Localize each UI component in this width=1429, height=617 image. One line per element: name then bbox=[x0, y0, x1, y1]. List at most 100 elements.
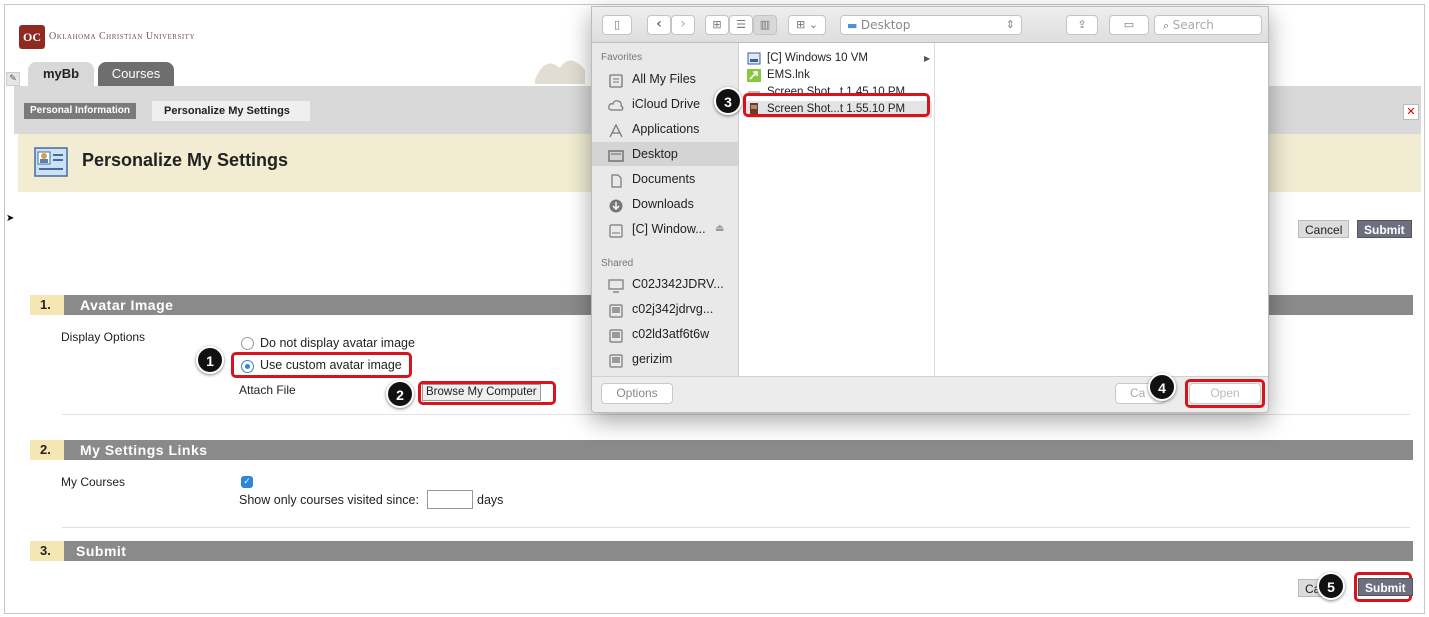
divider bbox=[62, 414, 1410, 415]
radio-custom-avatar-label: Use custom avatar image bbox=[260, 358, 402, 372]
tag-icon[interactable]: ▭ bbox=[1109, 15, 1149, 35]
submit-button-bottom[interactable]: Submit bbox=[1358, 578, 1413, 596]
university-name: Oklahoma Christian University bbox=[49, 31, 195, 42]
sidebar-label: Applications bbox=[632, 122, 700, 136]
edit-mode-icon[interactable]: ✎ bbox=[6, 72, 20, 86]
file-item-ems-lnk[interactable]: EMS.lnk bbox=[746, 67, 932, 84]
file-item-windows-vm[interactable]: [C] Windows 10 VM ▶ bbox=[746, 50, 932, 67]
sidebar-label: All My Files bbox=[632, 72, 696, 86]
sidebar-item-applications[interactable]: Applications bbox=[592, 117, 738, 141]
sidebar-item-all-my-files[interactable]: All My Files bbox=[592, 67, 738, 91]
documents-icon bbox=[608, 172, 624, 188]
folder-icon: ▬ bbox=[847, 19, 858, 32]
icon-view-icon[interactable]: ⊞ bbox=[705, 15, 729, 35]
radio-no-avatar[interactable] bbox=[241, 337, 254, 350]
desktop-icon bbox=[608, 147, 624, 162]
search-placeholder: Search bbox=[1172, 18, 1214, 32]
section-title-submit: Submit bbox=[64, 541, 1413, 561]
visited-since-label: Show only courses visited since: bbox=[239, 493, 419, 507]
breadcrumb-current: Personalize My Settings bbox=[152, 101, 310, 121]
arrange-menu-icon[interactable]: ⊞ ⌄ bbox=[788, 15, 826, 35]
location-popup[interactable]: ▬ Desktop ⇕ bbox=[840, 15, 1022, 35]
sidebar-item-desktop[interactable]: Desktop bbox=[592, 142, 738, 166]
callout-step-2: 2 bbox=[386, 380, 414, 408]
drive-icon bbox=[747, 52, 761, 65]
column-view-icon[interactable]: ▥ bbox=[753, 15, 777, 35]
disclosure-arrow-icon: ▶ bbox=[924, 54, 931, 63]
downloads-icon bbox=[608, 197, 624, 213]
section-number: 2. bbox=[30, 440, 64, 460]
file-label: [C] Windows 10 VM bbox=[767, 52, 868, 64]
logo-mark: OC bbox=[23, 30, 41, 44]
shared-header: Shared bbox=[601, 258, 634, 269]
section-number: 1. bbox=[30, 295, 64, 315]
attach-file-label: Attach File bbox=[239, 383, 296, 397]
sidebar-item-windows-drive[interactable]: [C] Window... ⏏ bbox=[592, 217, 738, 241]
sidebar-toggle-icon[interactable]: ▯ bbox=[602, 15, 632, 35]
share-icon[interactable]: ⇪ bbox=[1066, 15, 1098, 35]
radio-no-avatar-label: Do not display avatar image bbox=[260, 336, 415, 350]
close-panel-icon[interactable]: ✕ bbox=[1403, 104, 1419, 120]
visited-days-input[interactable] bbox=[427, 490, 473, 509]
sidebar-item-downloads[interactable]: Downloads bbox=[592, 192, 738, 216]
eject-icon[interactable]: ⏏ bbox=[715, 217, 724, 241]
section-title-settings-links: My Settings Links bbox=[64, 440, 1413, 460]
search-field[interactable]: ⌕ Search bbox=[1154, 15, 1262, 35]
callout-step-3: 3 bbox=[714, 87, 742, 115]
computer-icon bbox=[608, 277, 624, 293]
radio-custom-avatar[interactable] bbox=[241, 360, 254, 373]
sidebar-label: gerizim bbox=[632, 352, 673, 366]
shortcut-icon bbox=[747, 69, 761, 82]
highlight-selected-file bbox=[743, 93, 930, 117]
sidebar-label: iCloud Drive bbox=[632, 97, 701, 111]
list-view-icon[interactable]: ☰ bbox=[729, 15, 753, 35]
days-label: days bbox=[477, 493, 504, 507]
file-open-dialog: ▯ ‹ › ⊞ ☰ ▥ ⊞ ⌄ ▬ Desktop ⇕ ⇪ ▭ ⌕ Search… bbox=[591, 6, 1269, 413]
search-icon: ⌕ bbox=[1163, 19, 1170, 32]
sidebar-label: Downloads bbox=[632, 197, 694, 211]
breadcrumb-personal-information[interactable]: Personal Information bbox=[24, 103, 137, 119]
computer-icon bbox=[608, 352, 624, 368]
favorites-header: Favorites bbox=[601, 52, 643, 63]
header-decoration bbox=[530, 50, 590, 86]
file-label: EMS.lnk bbox=[767, 69, 810, 81]
popup-chevron-icon: ⇕ bbox=[1005, 18, 1015, 31]
sidebar-label: C02J342JDRV... bbox=[632, 277, 724, 291]
computer-icon bbox=[608, 302, 624, 318]
forward-button[interactable]: › bbox=[671, 15, 695, 35]
computer-icon bbox=[608, 327, 624, 343]
settings-page-icon bbox=[34, 145, 70, 179]
page-title: Personalize My Settings bbox=[82, 150, 289, 170]
my-courses-label: My Courses bbox=[61, 475, 126, 489]
open-button[interactable]: Open bbox=[1189, 383, 1261, 404]
university-logo[interactable]: OC bbox=[19, 25, 45, 49]
sidebar-label: Documents bbox=[632, 172, 696, 186]
sidebar-item-shared-computer[interactable]: c02j342jdrvg... bbox=[592, 297, 738, 321]
sidebar-item-shared-computer[interactable]: c02ld3atf6t6w bbox=[592, 322, 738, 346]
my-courses-checkbox[interactable]: ✓ bbox=[241, 476, 253, 488]
submit-button-top[interactable]: Submit bbox=[1357, 220, 1412, 238]
sidebar-label: Desktop bbox=[632, 147, 678, 161]
sidebar-label: c02j342jdrvg... bbox=[632, 302, 714, 316]
tab-mybb[interactable]: myBb bbox=[28, 62, 94, 86]
cancel-button-top[interactable]: Cancel bbox=[1298, 220, 1350, 238]
browse-my-computer-button[interactable]: Browse My Computer bbox=[422, 384, 541, 401]
options-button[interactable]: Options bbox=[601, 383, 673, 404]
cloud-icon bbox=[608, 97, 624, 111]
display-options-label: Display Options bbox=[61, 330, 146, 344]
sidebar-item-shared-computer[interactable]: C02J342JDRV... bbox=[592, 272, 738, 296]
section-number: 3. bbox=[30, 541, 64, 561]
callout-step-4: 4 bbox=[1148, 373, 1176, 401]
callout-step-5: 5 bbox=[1317, 572, 1345, 600]
location-label: Desktop bbox=[860, 18, 911, 32]
back-button[interactable]: ‹ bbox=[647, 15, 671, 35]
all-files-icon bbox=[608, 72, 624, 88]
callout-step-1: 1 bbox=[196, 346, 224, 374]
sidebar-item-shared-computer[interactable]: gerizim bbox=[592, 347, 738, 371]
drive-icon bbox=[608, 222, 624, 238]
divider bbox=[62, 527, 1410, 528]
sidebar-label: [C] Window... bbox=[632, 222, 706, 236]
mouse-cursor-icon: ➤ bbox=[6, 213, 15, 224]
sidebar-item-documents[interactable]: Documents bbox=[592, 167, 738, 191]
tab-courses[interactable]: Courses bbox=[98, 62, 174, 86]
